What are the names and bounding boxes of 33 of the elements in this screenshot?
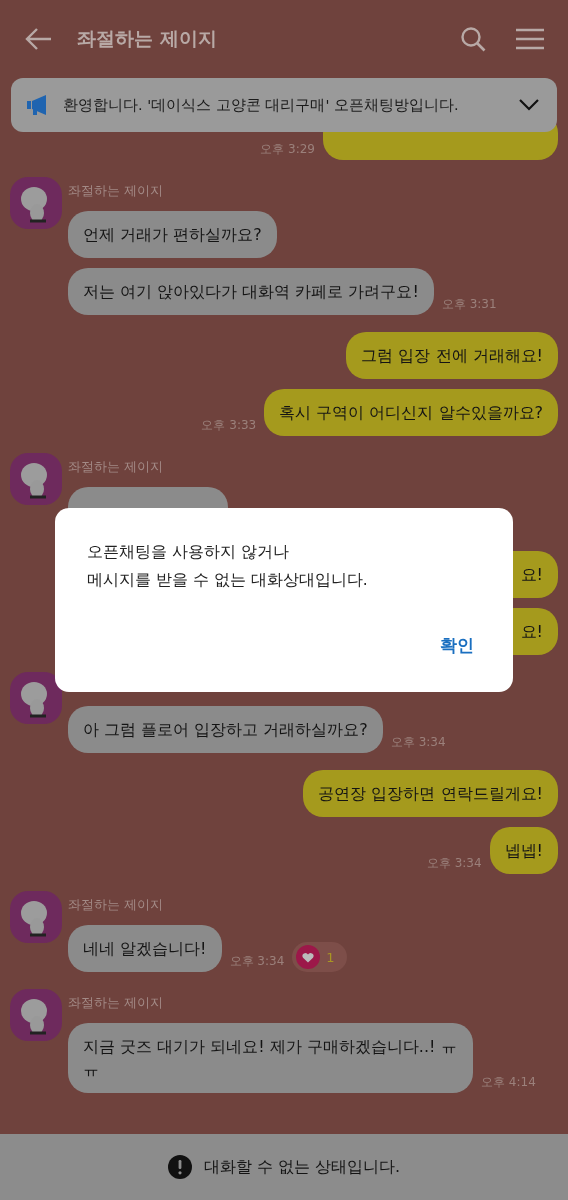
notice-banner[interactable]: 환영합니다. '데이식스 고양콘 대리구매' 오픈채팅방입니다. [11, 78, 557, 132]
avatar[interactable] [10, 672, 62, 724]
status-text: 대화할 수 없는 상태입니다. [203, 1156, 401, 1178]
reaction-count: 1 [326, 949, 335, 965]
chevron-down-icon[interactable] [519, 99, 539, 111]
message-bubble: 저는 여기 앉아있다가 대화역 카페로 가려구요! [68, 268, 434, 315]
message-bubble: 지금 굿즈 대기가 되네요! 제가 구매하겠습니다..! ㅠㅠ [68, 1023, 473, 1093]
megaphone-icon [27, 94, 49, 116]
notice-text: 환영합니다. '데이식스 고양콘 대리구매' 오픈채팅방입니다. [63, 95, 460, 115]
dialog-message: 오픈채팅을 사용하지 않거나 메시지를 받을 수 없는 대화상대입니다. [87, 542, 369, 591]
message-bubble: 아 그럼 플로어 입장하고 거래하실까요? [68, 706, 383, 753]
message-bubble: 그럼 입장 전에 거래해요! [346, 332, 558, 379]
message-bubble: 넵넵! [489, 827, 558, 874]
sender-name: 좌절하는 제이지 [68, 994, 165, 1012]
sender-name: 좌절하는 제이지 [68, 896, 165, 914]
message-bubble: 언제 거래가 편하실까요? [68, 211, 277, 258]
exclamation-icon [167, 1155, 192, 1179]
message-bubble: 공연장 입장하면 연락드릴게요! [303, 770, 558, 817]
menu-icon[interactable] [516, 28, 544, 50]
sender-name: 좌절하는 제이지 [68, 182, 165, 200]
search-icon[interactable] [460, 26, 486, 52]
message-time: 오후 3:34 [426, 855, 482, 872]
message-bubble: 혹시 구역이 어디신지 알수있을까요? [264, 389, 558, 436]
message-time: 오후 4:14 [481, 1074, 536, 1091]
message-time: 오후 3:29 [260, 141, 315, 158]
sender-name: 좌절하는 제이지 [68, 458, 165, 476]
message-time: 오후 3:34 [390, 734, 446, 751]
back-icon[interactable] [25, 27, 53, 51]
message-time: 오후 3:31 [441, 296, 497, 313]
message-time: 오후 3:34 [229, 953, 285, 970]
chat-title: 좌절하는 제이지 [77, 26, 218, 51]
message-bubble: 네네 알겠습니다! [68, 925, 222, 972]
message-time: 오후 3:33 [201, 417, 257, 434]
